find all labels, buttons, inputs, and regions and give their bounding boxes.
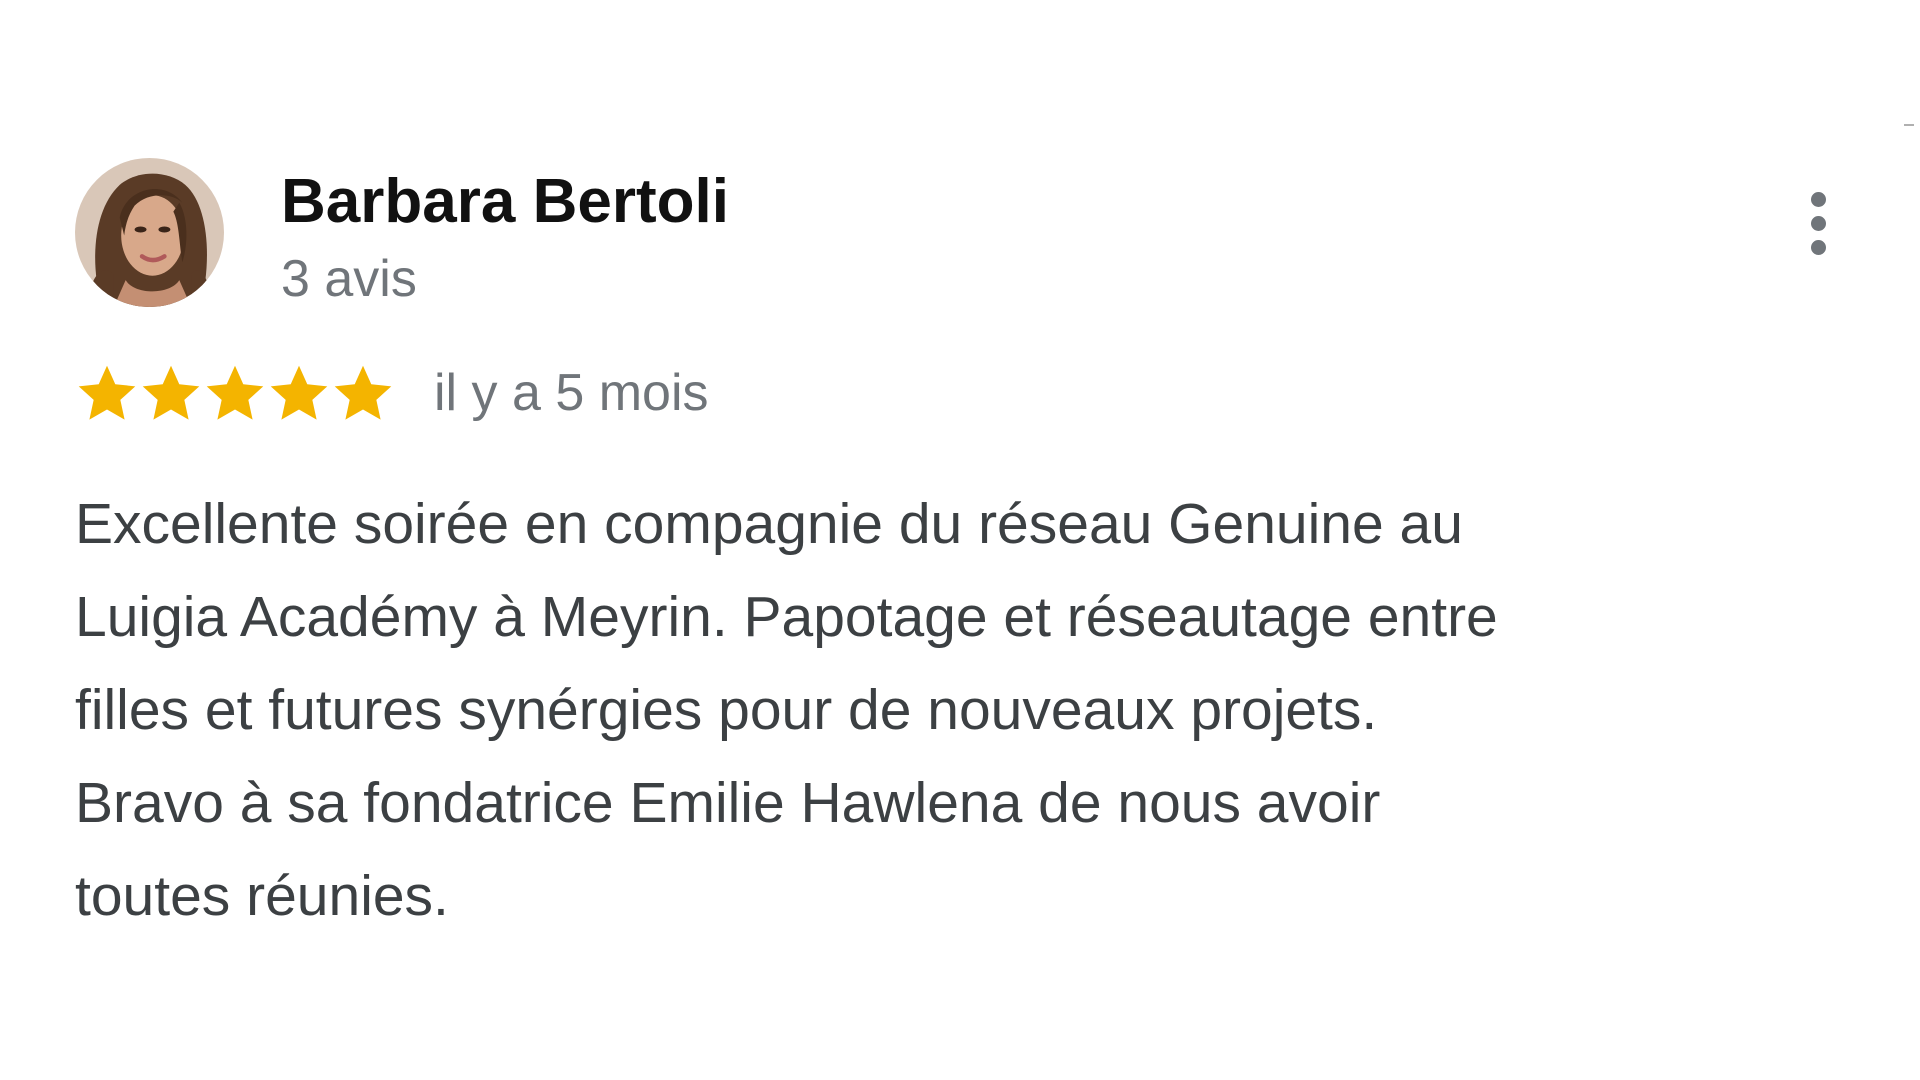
- more-options-button[interactable]: [1795, 186, 1843, 262]
- review-text-line: Luigia Académy à Meyrin. Papotage et rés…: [75, 585, 1498, 649]
- more-vertical-icon: [1811, 192, 1826, 207]
- star-icon: [78, 365, 136, 420]
- review-text-line: Excellente soirée en compagnie du réseau…: [75, 492, 1463, 556]
- avatar-photo: [75, 158, 224, 307]
- star-icon: [334, 365, 392, 420]
- star-rating: [75, 358, 395, 428]
- more-vertical-icon: [1811, 240, 1826, 255]
- review-text: Excellente soirée en compagnie du réseau…: [75, 478, 1755, 943]
- author-name[interactable]: Barbara Bertoli: [281, 166, 729, 238]
- star-icon: [142, 365, 200, 420]
- review-count[interactable]: 3 avis: [281, 249, 417, 309]
- star-icon: [206, 365, 264, 420]
- review-card: Barbara Bertoli 3 avis il y a 5 mois Exc…: [0, 0, 1920, 1080]
- star-icon: [270, 365, 328, 420]
- review-date: il y a 5 mois: [434, 364, 709, 422]
- more-vertical-icon: [1811, 216, 1826, 231]
- review-text-line: filles et futures synérgies pour de nouv…: [75, 678, 1378, 742]
- divider: [1904, 124, 1914, 126]
- review-text-line: Bravo à sa fondatrice Emilie Hawlena de …: [75, 771, 1381, 835]
- review-text-line: toutes réunies.: [75, 864, 449, 928]
- avatar[interactable]: [75, 158, 224, 307]
